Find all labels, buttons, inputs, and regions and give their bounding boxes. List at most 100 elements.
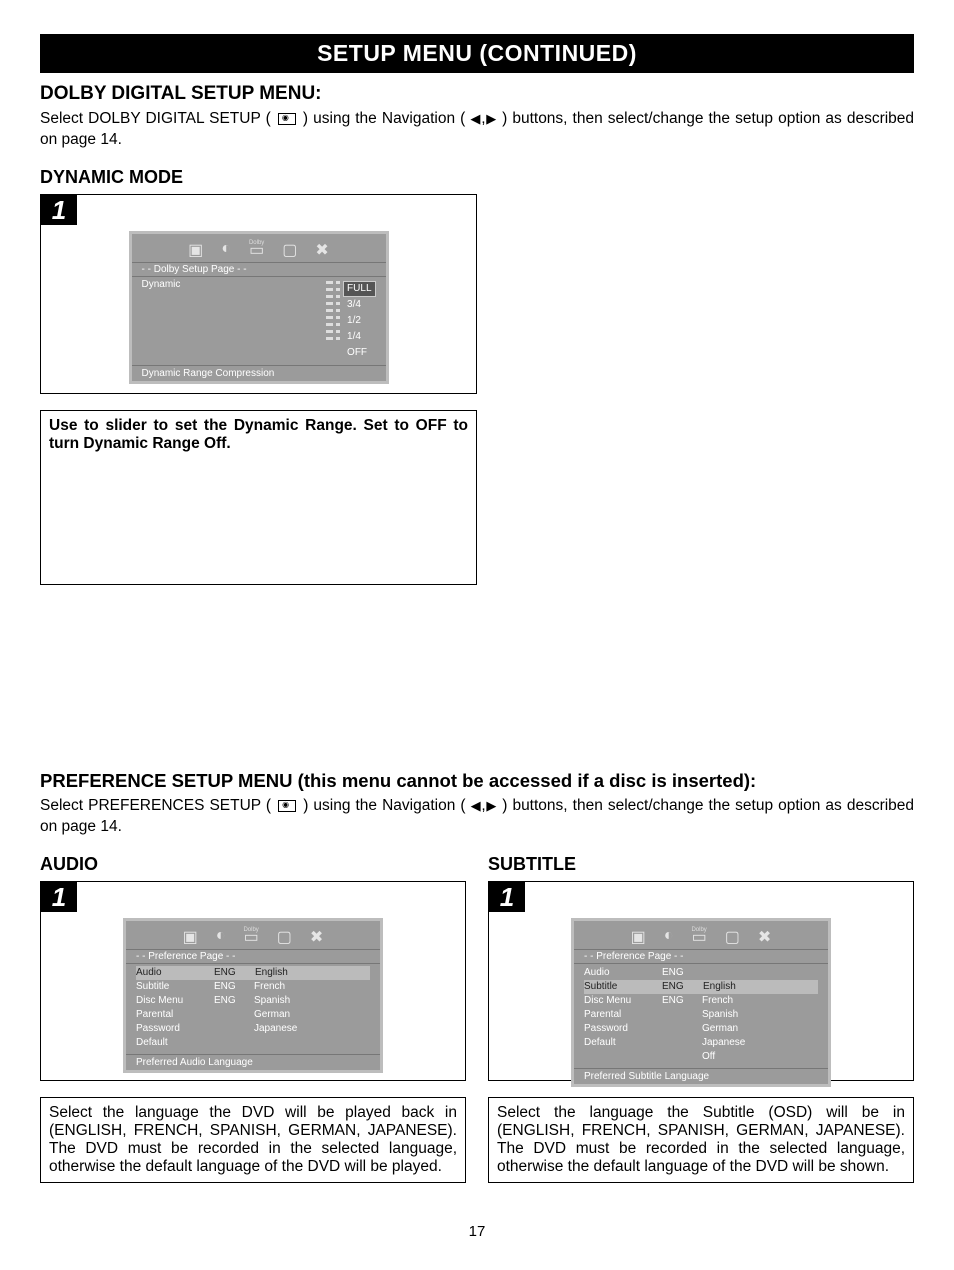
menu-option: Spanish bbox=[254, 994, 370, 1008]
menu-label: Parental bbox=[584, 1008, 662, 1022]
pref-intro: Select PREFERENCES SETUP ( ) using the N… bbox=[40, 796, 914, 838]
menu-option: English bbox=[702, 980, 818, 994]
ladder-34: 3/4 bbox=[343, 297, 375, 313]
menu-row: Password Japanese bbox=[136, 1022, 370, 1036]
audio-caption: Select the language the DVD will be play… bbox=[40, 1097, 466, 1183]
menu-value: ENG bbox=[214, 980, 254, 994]
speaker-icon: ◐ bbox=[216, 927, 226, 947]
menu-value: ENG bbox=[214, 966, 254, 980]
menu-option: Off bbox=[702, 1050, 818, 1064]
audio-step-box: 1 ▣ ◐ Dolby ▭ ▢ ✖ - - Preference Page - … bbox=[40, 881, 466, 1081]
menu-option: German bbox=[702, 1022, 818, 1036]
step-number: 1 bbox=[41, 882, 77, 912]
text: Select PREFERENCES SETUP ( bbox=[40, 797, 271, 814]
dolby-icon: ▭ bbox=[692, 933, 707, 943]
menu-value bbox=[662, 1022, 702, 1036]
subtitle-pref-screen: ▣ ◐ Dolby ▭ ▢ ✖ - - Preference Page - - … bbox=[571, 918, 831, 1087]
menu-value bbox=[662, 1036, 702, 1050]
dolby-icon: ▭ bbox=[249, 246, 264, 256]
dolby-setup-screen: ▣ ◐ Dolby ▭ ▢ ✖ - - Dolby Setup Page - -… bbox=[129, 231, 389, 384]
menu-label: Parental bbox=[136, 1008, 214, 1022]
menu-option: Japanese bbox=[254, 1022, 370, 1036]
menu-row: Parental German bbox=[136, 1008, 370, 1022]
menu-label: Audio bbox=[136, 966, 214, 980]
menu-item-dynamic: Dynamic bbox=[142, 279, 181, 361]
menu-option: French bbox=[702, 994, 818, 1008]
menu-value bbox=[214, 1022, 254, 1036]
nav-right-icon: ▶ bbox=[486, 798, 497, 813]
dolby-heading: DOLBY DIGITAL SETUP MENU: bbox=[40, 83, 914, 105]
menu-value bbox=[662, 1050, 702, 1064]
screen-iconbar: ▣ ◐ Dolby ▭ ▢ ✖ bbox=[126, 921, 380, 949]
text: ) using the Navigation ( bbox=[303, 797, 465, 814]
screen-title: - - Dolby Setup Page - - bbox=[132, 262, 386, 277]
screen-iconbar: ▣ ◐ Dolby ▭ ▢ ✖ bbox=[574, 921, 828, 949]
nav-right-icon: ▶ bbox=[486, 111, 498, 126]
text: ) using the Navigation ( bbox=[303, 110, 465, 127]
menu-option: French bbox=[254, 980, 370, 994]
menu-option bbox=[702, 966, 818, 980]
speaker-icon: ◐ bbox=[221, 240, 231, 260]
screen-footer: Preferred Audio Language bbox=[126, 1054, 380, 1070]
menu-value bbox=[662, 1008, 702, 1022]
general-icon: ▣ bbox=[188, 240, 203, 260]
setup-icon bbox=[278, 113, 296, 125]
menu-row: SubtitleENGFrench bbox=[136, 980, 370, 994]
screen-title: - - Preference Page - - bbox=[574, 949, 828, 964]
dynamic-step-box: 1 ▣ ◐ Dolby ▭ ▢ ✖ - - Dolby Setup Page -… bbox=[40, 194, 477, 394]
menu-label: Subtitle bbox=[136, 980, 214, 994]
menu-row: Off bbox=[584, 1050, 818, 1064]
menu-value: ENG bbox=[662, 994, 702, 1008]
exit-icon: ✖ bbox=[315, 240, 328, 260]
exit-icon: ✖ bbox=[758, 927, 771, 947]
screen-iconbar: ▣ ◐ Dolby ▭ ▢ ✖ bbox=[132, 234, 386, 262]
menu-label bbox=[584, 1050, 662, 1064]
dolby-intro: Select DOLBY DIGITAL SETUP ( ) using the… bbox=[40, 109, 914, 151]
screen-footer: Preferred Subtitle Language bbox=[574, 1068, 828, 1084]
exit-icon: ✖ bbox=[310, 927, 323, 947]
nav-left-icon: ◀ bbox=[471, 798, 482, 813]
menu-value: ENG bbox=[662, 980, 702, 994]
menu-option: German bbox=[254, 1008, 370, 1022]
menu-label: Password bbox=[136, 1022, 214, 1036]
menu-option: Spanish bbox=[702, 1008, 818, 1022]
pref-heading: PREFERENCE SETUP MENU (this menu cannot … bbox=[40, 770, 914, 792]
menu-row: Parental Spanish bbox=[584, 1008, 818, 1022]
step-number: 1 bbox=[489, 882, 525, 912]
screen-title: - - Preference Page - - bbox=[126, 949, 380, 964]
menu-row: Disc MenuENGFrench bbox=[584, 994, 818, 1008]
screen-footer: Dynamic Range Compression bbox=[132, 365, 386, 381]
subtitle-caption: Select the language the Subtitle (OSD) w… bbox=[488, 1097, 914, 1183]
dynamic-ladder: FULL 3/4 1/2 1/4 OFF bbox=[326, 279, 375, 361]
dolby-icon: ▭ bbox=[244, 933, 259, 943]
audio-pref-screen: ▣ ◐ Dolby ▭ ▢ ✖ - - Preference Page - - … bbox=[123, 918, 383, 1073]
dynamic-heading: DYNAMIC MODE bbox=[40, 167, 914, 188]
menu-row: Default bbox=[136, 1036, 370, 1050]
menu-option bbox=[254, 1036, 370, 1050]
subtitle-heading: SUBTITLE bbox=[488, 854, 914, 875]
menu-row: Password German bbox=[584, 1022, 818, 1036]
ladder-12: 1/2 bbox=[343, 313, 375, 329]
ladder-off: OFF bbox=[343, 345, 375, 361]
menu-label: Password bbox=[584, 1022, 662, 1036]
menu-label: Disc Menu bbox=[584, 994, 662, 1008]
menu-value: ENG bbox=[662, 966, 702, 980]
menu-row: Disc MenuENGSpanish bbox=[136, 994, 370, 1008]
speaker-icon: ◐ bbox=[664, 927, 674, 947]
menu-option: English bbox=[254, 966, 370, 980]
menu-value bbox=[214, 1008, 254, 1022]
menu-value: ENG bbox=[214, 994, 254, 1008]
menu-row: AudioENG bbox=[584, 966, 818, 980]
menu-row: DefaultJapanese bbox=[584, 1036, 818, 1050]
ladder-full: FULL bbox=[343, 281, 375, 297]
step-number: 1 bbox=[41, 195, 77, 225]
audio-heading: AUDIO bbox=[40, 854, 466, 875]
menu-label: Default bbox=[584, 1036, 662, 1050]
nav-left-icon: ◀ bbox=[470, 111, 481, 126]
text: Select DOLBY DIGITAL SETUP ( bbox=[40, 110, 271, 127]
general-icon: ▣ bbox=[631, 927, 646, 947]
page-banner: SETUP MENU (CONTINUED) bbox=[40, 34, 914, 73]
ladder-14: 1/4 bbox=[343, 329, 375, 345]
video-icon: ▢ bbox=[725, 927, 740, 947]
menu-row: SubtitleENGEnglish bbox=[584, 980, 818, 994]
